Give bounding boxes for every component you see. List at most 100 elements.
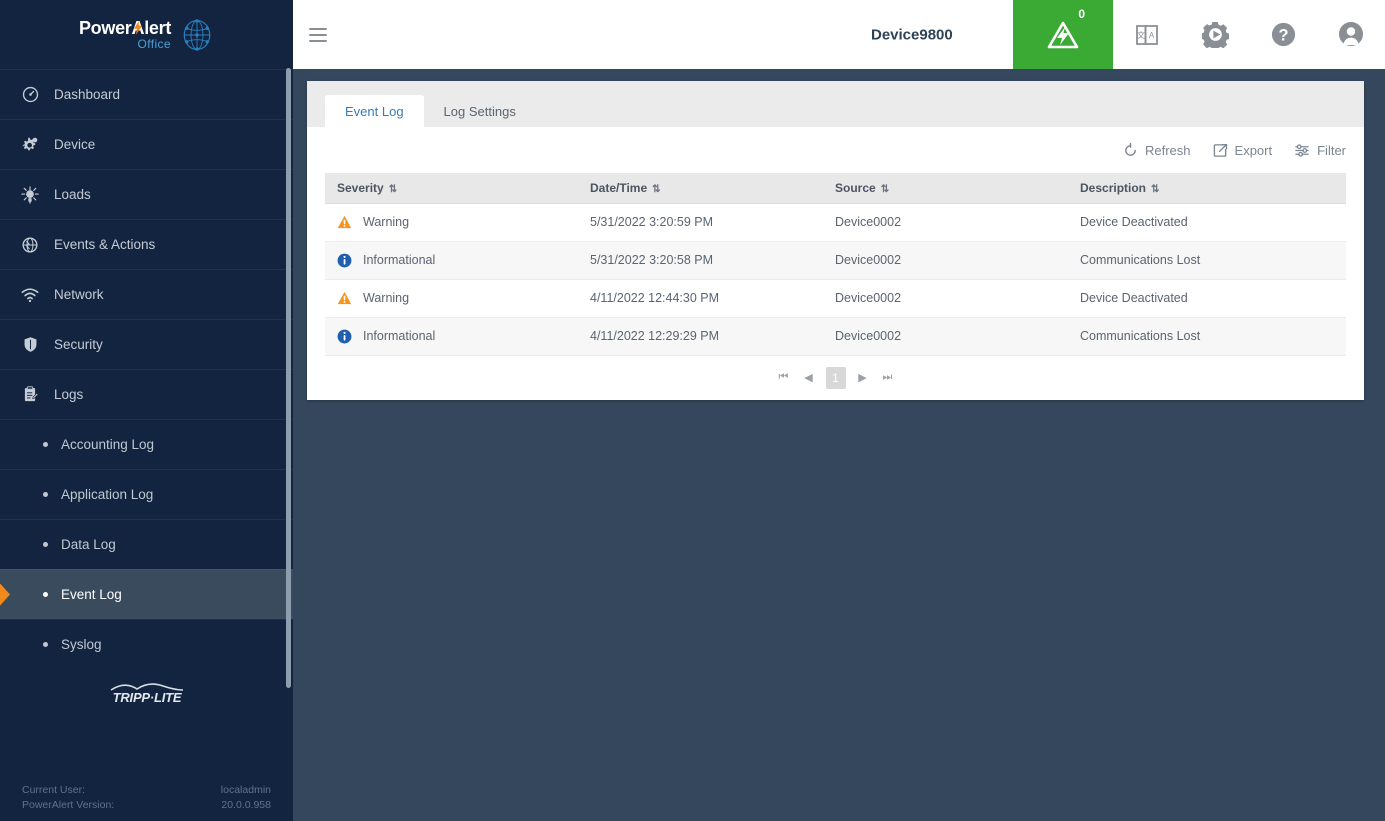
clipboard-icon — [20, 385, 40, 405]
sidebar-subitem-application-log[interactable]: Application Log — [0, 469, 293, 519]
tab-label: Event Log — [345, 103, 404, 119]
wifi-icon — [20, 285, 40, 305]
book-translate-icon: 文 A — [1136, 24, 1158, 45]
cell-severity: Warning — [325, 203, 578, 242]
alert-triangle-icon — [1047, 21, 1079, 48]
table-row[interactable]: Warning 5/31/2022 3:20:59 PM Device0002 … — [325, 203, 1346, 242]
sidebar-item-events-actions[interactable]: Events & Actions — [0, 219, 293, 269]
sidebar-subitem-label: Accounting Log — [61, 437, 155, 452]
column-header-severity[interactable]: Severity ⇅ — [325, 173, 578, 204]
sidebar-item-label: Logs — [54, 387, 84, 402]
sidebar-subitem-label: Data Log — [61, 537, 116, 552]
globe-icon — [183, 18, 211, 51]
pagination-next-button[interactable]: ▶ — [855, 370, 871, 386]
loads-icon — [20, 185, 40, 205]
sidebar-subitem-data-log[interactable]: Data Log — [0, 519, 293, 569]
help-button[interactable]: ? — [1249, 0, 1317, 69]
tab-event-log[interactable]: Event Log — [325, 95, 424, 127]
severity-label: Warning — [363, 215, 410, 229]
cell-severity: Informational — [325, 241, 578, 280]
pagination-page-1[interactable]: 1 — [825, 366, 846, 389]
active-arrow-icon — [0, 583, 10, 606]
sidebar-item-label: Device — [54, 137, 96, 152]
cell-source: Device0002 — [823, 279, 1068, 318]
table-row[interactable]: Informational 5/31/2022 3:20:58 PM Devic… — [325, 241, 1346, 280]
refresh-label: Refresh — [1145, 142, 1191, 158]
pagination-last-button[interactable]: ⏭ — [880, 370, 896, 386]
cell-datetime: 4/11/2022 12:29:29 PM — [578, 317, 823, 356]
warning-icon — [337, 291, 352, 305]
language-book-button[interactable]: 文 A — [1113, 0, 1181, 69]
column-header-source[interactable]: Source ⇅ — [823, 173, 1068, 204]
brand-logo-a: A — [132, 19, 145, 37]
alert-triangle-button[interactable]: 0 — [1013, 0, 1113, 69]
severity-label: Informational — [363, 329, 436, 343]
pagination: ⏮ ◀ 1 ▶ ⏭ — [307, 356, 1364, 400]
column-header-description[interactable]: Description ⇅ — [1068, 173, 1346, 204]
main-area: Device9800 0 文 A ? Event Log Log Setting… — [293, 0, 1385, 821]
cell-description: Communications Lost — [1068, 241, 1346, 280]
column-label: Description — [1080, 180, 1147, 195]
table-header-row: Severity ⇅ Date/Time ⇅ Source ⇅ Description… — [325, 173, 1346, 204]
sidebar-subitem-syslog[interactable]: Syslog — [0, 619, 293, 669]
gear-play-icon — [1201, 22, 1229, 48]
bullet-icon — [43, 592, 48, 597]
pagination-first-button[interactable]: ⏮ — [776, 370, 792, 386]
sort-icon: ⇅ — [388, 183, 398, 195]
table-toolbar: Refresh Export Filter — [307, 127, 1364, 173]
settings-gear-button[interactable] — [1181, 0, 1249, 69]
sidebar-item-network[interactable]: Network — [0, 269, 293, 319]
brand-logo-text: PowerAlert Office — [79, 19, 171, 50]
dashboard-icon — [20, 85, 40, 105]
header-icon-group: 0 文 A ? — [1013, 0, 1385, 69]
sort-icon: ⇅ — [880, 183, 890, 195]
svg-text:文: 文 — [1137, 30, 1145, 40]
tab-bar: Event Log Log Settings — [307, 81, 1364, 127]
refresh-button[interactable]: Refresh — [1123, 142, 1191, 158]
sidebar-subitem-label: Syslog — [61, 637, 102, 652]
version-label: PowerAlert Version: — [22, 799, 115, 811]
export-button[interactable]: Export — [1213, 142, 1273, 158]
filter-label: Filter — [1317, 142, 1346, 158]
bullet-icon — [43, 442, 48, 447]
current-user-label: Current User: — [22, 784, 86, 796]
sidebar-item-dashboard[interactable]: Dashboard — [0, 69, 293, 119]
sidebar-scrollbar[interactable] — [286, 68, 291, 688]
column-label: Date/Time — [590, 180, 648, 195]
sidebar-subitem-event-log[interactable]: Event Log — [0, 569, 293, 619]
sidebar-item-label: Loads — [54, 187, 91, 202]
bullet-icon — [43, 542, 48, 547]
user-account-button[interactable] — [1317, 0, 1385, 69]
pagination-prev-button[interactable]: ◀ — [801, 370, 817, 386]
sidebar-item-device[interactable]: Device — [0, 119, 293, 169]
brand-logo-sub: Office — [137, 37, 172, 51]
table-row[interactable]: Informational 4/11/2022 12:29:29 PM Devi… — [325, 317, 1346, 356]
column-header-datetime[interactable]: Date/Time ⇅ — [578, 173, 823, 204]
column-label: Source — [835, 180, 876, 195]
table-row[interactable]: Warning 4/11/2022 12:44:30 PM Device0002… — [325, 279, 1346, 318]
table-body: Warning 5/31/2022 3:20:59 PM Device0002 … — [325, 203, 1346, 356]
brand-logo[interactable]: PowerAlert Office — [0, 0, 293, 69]
filter-button[interactable]: Filter — [1294, 143, 1346, 158]
sidebar-item-label: Security — [54, 337, 103, 352]
info-icon — [337, 329, 352, 343]
tripp-lite-logo-icon: TRIPP·LITE — [108, 683, 185, 705]
event-log-card: Event Log Log Settings Refresh Export Fi… — [307, 81, 1364, 400]
column-label: Severity — [337, 180, 384, 195]
export-label: Export — [1234, 142, 1273, 158]
device-gear-icon — [20, 135, 40, 155]
sidebar-item-loads[interactable]: Loads — [0, 169, 293, 219]
sidebar-item-logs[interactable]: Logs — [0, 369, 293, 419]
severity-label: Warning — [363, 291, 410, 305]
sidebar-item-label: Network — [54, 287, 104, 302]
version-row: PowerAlert Version: 20.0.0.958 — [22, 798, 271, 813]
svg-text:?: ? — [1278, 26, 1288, 44]
tab-log-settings[interactable]: Log Settings — [424, 95, 536, 127]
refresh-icon — [1125, 142, 1136, 156]
app-root: PowerAlert Office — [0, 0, 1385, 821]
menu-toggle-icon[interactable] — [309, 27, 327, 42]
sidebar-item-security[interactable]: Security — [0, 319, 293, 369]
sidebar-subitem-accounting-log[interactable]: Accounting Log — [0, 419, 293, 469]
cell-description: Device Deactivated — [1068, 279, 1346, 318]
brand-logo-main: PowerAlert — [78, 18, 172, 38]
